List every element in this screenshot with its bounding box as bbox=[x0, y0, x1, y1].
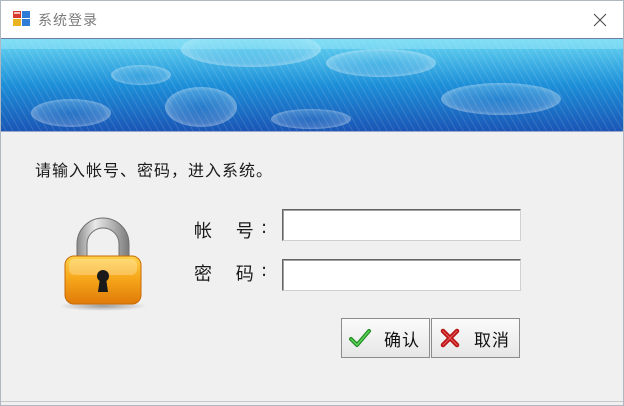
cancel-button-label: 取消 bbox=[474, 330, 510, 351]
confirm-button-label: 确认 bbox=[384, 330, 420, 351]
password-input[interactable] bbox=[282, 259, 521, 291]
header-banner bbox=[1, 38, 623, 132]
red-x-icon bbox=[438, 326, 462, 350]
password-label: 密 码 bbox=[194, 264, 263, 285]
login-window: 系统登录 请输入帐号、密码，进入系统。 帐 号: 密 码: 确认 取消 bbox=[0, 0, 624, 406]
close-button[interactable] bbox=[577, 1, 623, 38]
green-checkmark-icon bbox=[348, 326, 372, 350]
username-input[interactable] bbox=[282, 209, 521, 241]
cancel-button[interactable]: 取消 bbox=[431, 318, 520, 358]
username-label: 帐 号 bbox=[194, 221, 263, 242]
username-colon: : bbox=[261, 217, 268, 238]
app-window-icon bbox=[13, 11, 31, 27]
password-colon: : bbox=[261, 260, 268, 281]
padlock-icon bbox=[55, 214, 151, 312]
confirm-button[interactable]: 确认 bbox=[341, 318, 430, 358]
title-bar[interactable]: 系统登录 bbox=[1, 1, 623, 38]
bottom-divider bbox=[1, 401, 623, 402]
window-title: 系统登录 bbox=[38, 13, 98, 29]
close-icon[interactable] bbox=[593, 13, 607, 27]
login-prompt: 请输入帐号、密码，进入系统。 bbox=[35, 161, 274, 180]
